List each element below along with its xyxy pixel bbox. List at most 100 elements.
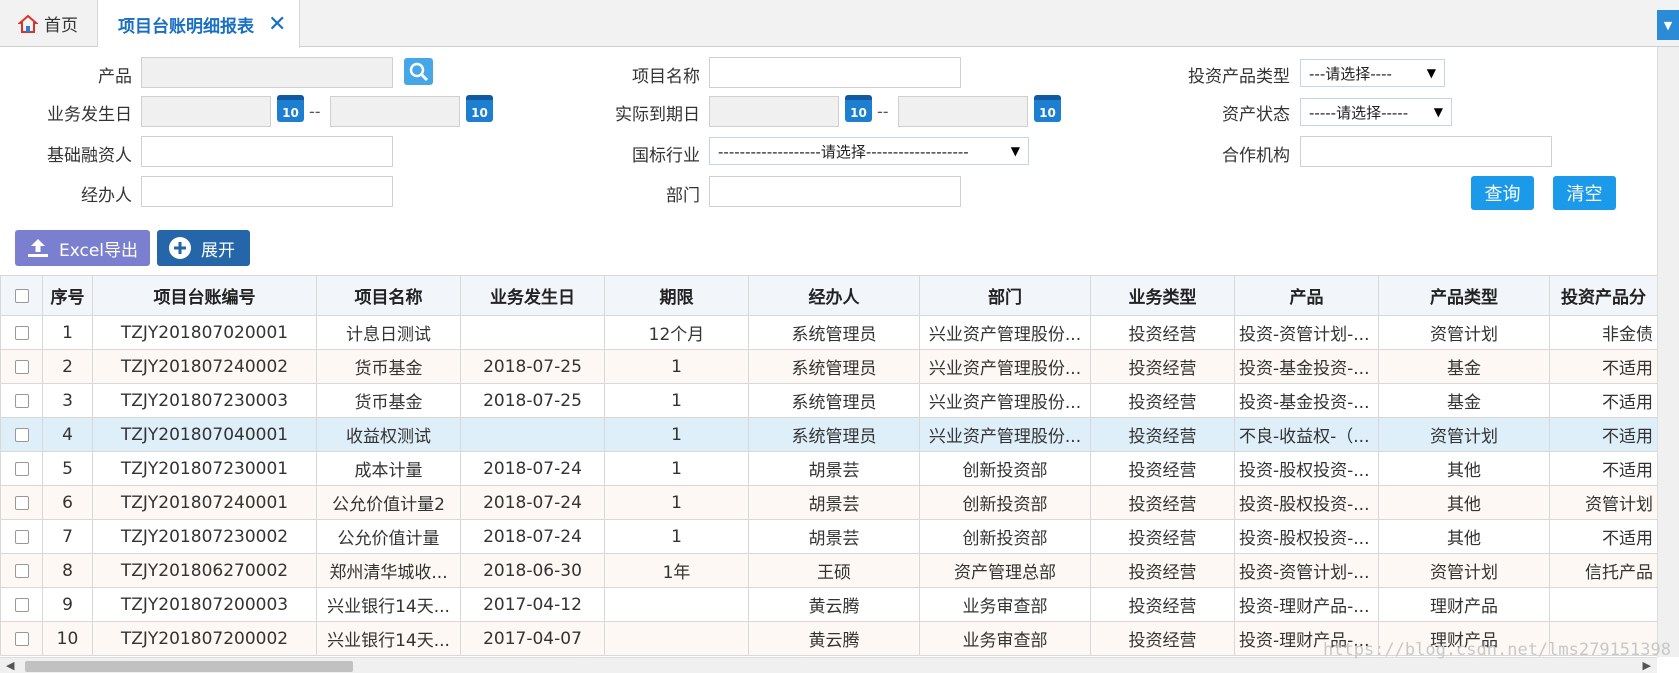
row-checkbox[interactable]: [14, 495, 29, 510]
table-row[interactable]: 7 TZJY201807230002 公允价值计量 2018-07-24 1 胡景芸 创新投…: [0, 519, 1658, 554]
table-cell: 不适用: [1549, 519, 1658, 554]
select-all-checkbox[interactable]: [14, 288, 29, 303]
query-button[interactable]: 查询: [1471, 176, 1534, 210]
table-header-row: 序号 项目台账编号 项目名称 业务发生日 期限 经办人 部门 业务类型 产品 产…: [0, 275, 1658, 316]
column-header[interactable]: 项目名称: [316, 275, 461, 316]
row-checkbox[interactable]: [14, 563, 29, 578]
column-header[interactable]: 经办人: [748, 275, 920, 316]
asset-status-select[interactable]: -----请选择----- ▼: [1300, 98, 1452, 126]
product-search-button[interactable]: [404, 58, 433, 85]
table-cell: 其他: [1378, 485, 1550, 520]
table-row[interactable]: 1 TZJY201807020001 计息日测试 12个月 系统管理员 兴业资产管理股份.…: [0, 315, 1658, 350]
table-cell: 投资-资管计划-...: [1234, 315, 1379, 350]
biz-date-start-input[interactable]: [141, 96, 271, 127]
column-header[interactable]: 序号: [42, 275, 93, 316]
product-input[interactable]: [141, 57, 393, 88]
project-name-label: 项目名称: [632, 67, 700, 87]
table-cell: 其他: [1378, 519, 1550, 554]
scroll-left-icon[interactable]: ◀: [6, 659, 14, 672]
row-checkbox[interactable]: [14, 529, 29, 544]
column-header[interactable]: 项目台账编号: [92, 275, 317, 316]
column-header[interactable]: 业务发生日: [460, 275, 605, 316]
tab-dropdown-button[interactable]: ▼: [1657, 10, 1679, 40]
actual-due-end-input[interactable]: [898, 96, 1028, 127]
row-checkbox-cell[interactable]: [0, 315, 43, 350]
table-cell: 2018-06-30: [460, 553, 605, 588]
excel-export-button[interactable]: Excel导出: [15, 230, 150, 266]
base-financier-input[interactable]: [141, 136, 393, 167]
row-checkbox-cell[interactable]: [0, 519, 43, 554]
select-all-header[interactable]: [0, 275, 43, 316]
biz-date-end-input[interactable]: [330, 96, 460, 127]
row-checkbox-cell[interactable]: [0, 417, 43, 452]
row-checkbox[interactable]: [14, 393, 29, 408]
table-cell: 兴业资产管理股份...: [919, 349, 1091, 384]
table-cell: 资管计划: [1378, 553, 1550, 588]
row-checkbox[interactable]: [14, 631, 29, 646]
row-checkbox-cell[interactable]: [0, 553, 43, 588]
horizontal-scroll-thumb[interactable]: [25, 661, 353, 672]
table-row[interactable]: 6 TZJY201807240001 公允价值计量2 2018-07-24 1 胡景芸 创新…: [0, 485, 1658, 520]
chevron-down-icon: ▼: [1433, 105, 1443, 119]
table-cell: 其他: [1378, 451, 1550, 486]
row-checkbox[interactable]: [14, 359, 29, 374]
vertical-scrollbar[interactable]: [1657, 47, 1679, 657]
table-cell: 系统管理员: [748, 315, 920, 350]
calendar-icon[interactable]: 10: [1034, 95, 1061, 122]
table-row[interactable]: 9 TZJY201807200003 兴业银行14天... 2017-04-12 黄云腾…: [0, 587, 1658, 622]
biz-date-label: 业务发生日: [47, 105, 132, 125]
table-cell: 兴业资产管理股份...: [919, 315, 1091, 350]
tab-home[interactable]: 首页: [0, 0, 98, 47]
table-cell: [1549, 587, 1658, 622]
clear-button[interactable]: 清空: [1553, 176, 1616, 210]
calendar-icon[interactable]: 10: [277, 95, 304, 122]
table-row[interactable]: 5 TZJY201807230001 成本计量 2018-07-24 1 胡景芸 创新投资部…: [0, 451, 1658, 486]
dept-input[interactable]: [709, 176, 961, 207]
industry-select[interactable]: -------------------请选择------------------…: [709, 137, 1029, 165]
table-row[interactable]: 8 TZJY201806270002 郑州清华城收... 2018-06-30 1年 王硕…: [0, 553, 1658, 588]
table-cell: 投资-基金投资-...: [1234, 349, 1379, 384]
calendar-icon[interactable]: 10: [466, 95, 493, 122]
column-header[interactable]: 产品类型: [1378, 275, 1550, 316]
table-cell: 非金债: [1549, 315, 1658, 350]
row-checkbox[interactable]: [14, 325, 29, 340]
calendar-icon[interactable]: 10: [845, 95, 872, 122]
tab-project-ledger-report[interactable]: 项目台账明细报表 ✕: [98, 0, 300, 48]
column-header[interactable]: 部门: [919, 275, 1091, 316]
table-cell: TZJY201807240001: [92, 485, 317, 520]
table-row[interactable]: 2 TZJY201807240002 货币基金 2018-07-25 1 系统管理员 兴业资…: [0, 349, 1658, 384]
row-checkbox-cell[interactable]: [0, 349, 43, 384]
excel-export-label: Excel导出: [59, 240, 139, 261]
table-cell: 郑州清华城收...: [316, 553, 461, 588]
table-cell: 资管计划: [1378, 315, 1550, 350]
coop-org-input[interactable]: [1300, 136, 1552, 167]
table-cell: TZJY201806270002: [92, 553, 317, 588]
table-row[interactable]: 3 TZJY201807230003 货币基金 2018-07-25 1 系统管理员 兴业资…: [0, 383, 1658, 418]
column-header[interactable]: 业务类型: [1090, 275, 1235, 316]
row-checkbox[interactable]: [14, 597, 29, 612]
base-financier-label: 基础融资人: [47, 146, 132, 166]
scroll-right-icon[interactable]: ▶: [1643, 659, 1651, 672]
table-row[interactable]: 4 TZJY201807040001 收益权测试 1 系统管理员 兴业资产管理股份... 投…: [0, 417, 1658, 452]
column-header[interactable]: 产品: [1234, 275, 1379, 316]
row-checkbox-cell[interactable]: [0, 587, 43, 622]
column-header[interactable]: 期限: [604, 275, 749, 316]
close-icon[interactable]: ✕: [268, 12, 286, 37]
table-cell: 投资经营: [1090, 349, 1235, 384]
column-header[interactable]: 投资产品分: [1549, 275, 1658, 316]
table-cell: TZJY201807200002: [92, 621, 317, 656]
table-cell: 投资经营: [1090, 383, 1235, 418]
handler-input[interactable]: [141, 176, 393, 207]
expand-button[interactable]: 展开: [157, 230, 250, 266]
row-checkbox[interactable]: [14, 461, 29, 476]
search-icon: [409, 62, 428, 81]
row-checkbox-cell[interactable]: [0, 451, 43, 486]
invest-type-select[interactable]: ---请选择---- ▼: [1300, 59, 1445, 87]
asset-status-value: -----请选择-----: [1309, 103, 1409, 122]
actual-due-start-input[interactable]: [709, 96, 839, 127]
row-checkbox-cell[interactable]: [0, 621, 43, 656]
row-checkbox-cell[interactable]: [0, 485, 43, 520]
project-name-input[interactable]: [709, 57, 961, 88]
row-checkbox-cell[interactable]: [0, 383, 43, 418]
row-checkbox[interactable]: [14, 427, 29, 442]
